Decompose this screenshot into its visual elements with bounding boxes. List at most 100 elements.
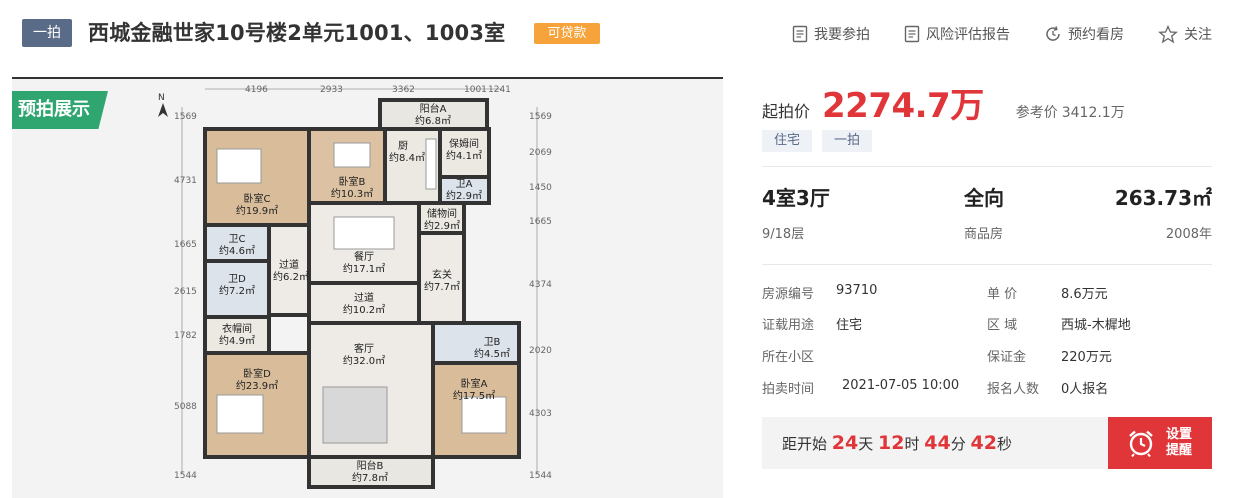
detail-value: 西城-木樨地 xyxy=(1061,318,1131,333)
room-area-bedroom-b: 约10.3㎡ xyxy=(331,187,373,200)
dim-top-2: 3362 xyxy=(392,85,415,95)
room-name-bath-b: 卫B xyxy=(484,337,501,348)
set-reminder-button[interactable]: 设置提醒 xyxy=(1108,417,1212,469)
room-name-closet: 衣帽间 xyxy=(222,322,252,335)
countdown-hours: 12 xyxy=(878,432,905,454)
dim-right-1: 2069 xyxy=(529,148,552,158)
dim-right-0: 1569 xyxy=(529,112,552,122)
detail-row: 拍卖时间 2021-07-05 10:00 报名人数 0人报名 xyxy=(762,378,1212,398)
tag-residential: 住宅 xyxy=(762,130,813,152)
divider xyxy=(762,264,1212,265)
detail-value: 220万元 xyxy=(1061,350,1112,365)
room-name-bath-d: 卫D xyxy=(228,274,246,285)
room-area-closet: 约4.9㎡ xyxy=(219,334,255,347)
join-auction-button[interactable]: 我要参拍 xyxy=(792,24,870,44)
page-title: 西城金融世家10号楼2单元1001、1003室 xyxy=(88,21,506,45)
room-area-bath-a: 约2.9㎡ xyxy=(446,189,482,202)
dim-right-4: 4374 xyxy=(529,280,552,290)
dim-left-6: 1544 xyxy=(174,471,197,481)
room-area-dining: 约17.1㎡ xyxy=(343,262,385,275)
room-area-kitchen: 约8.4㎡ xyxy=(389,151,425,164)
detail-label: 证载用途 xyxy=(762,318,815,333)
room-name-hallway-1: 过道 xyxy=(279,258,299,271)
dim-left-2: 1665 xyxy=(174,240,197,250)
dim-left-5: 5088 xyxy=(174,402,197,412)
room-name-entrance: 玄关 xyxy=(432,268,452,281)
document-icon xyxy=(904,25,920,43)
dim-right-5: 2020 xyxy=(529,346,552,356)
floor-value: 9/18层 xyxy=(762,227,805,242)
detail-row: 证载用途 住宅 区 域 西城-木樨地 xyxy=(762,314,1212,334)
divider xyxy=(762,166,1212,167)
room-name-bath-c: 卫C xyxy=(229,234,246,245)
room-area-bedroom-d: 约23.9㎡ xyxy=(236,379,278,392)
room-name-maid-room: 保姆间 xyxy=(449,137,479,150)
room-area-hallway-2: 约10.2㎡ xyxy=(343,303,385,316)
room-area-bath-c: 约4.6㎡ xyxy=(219,244,255,257)
header-actions: 我要参拍 风险评估报告 预约看房 关注 xyxy=(758,24,1212,44)
start-price-label: 起拍价 xyxy=(762,102,811,121)
dim-top-0: 4196 xyxy=(245,85,268,95)
countdown-prefix: 距开始 xyxy=(782,435,828,453)
detail-value: 2021-07-05 10:00 xyxy=(842,378,960,393)
risk-report-button[interactable]: 风险评估报告 xyxy=(904,24,1010,44)
book-viewing-button[interactable]: 预约看房 xyxy=(1044,24,1124,44)
spec-area: 263.73㎡ 2008年 xyxy=(1115,182,1212,242)
room-name-bedroom-a: 卧室A xyxy=(461,377,488,390)
room-area-living: 约32.0㎡ xyxy=(343,354,385,367)
room-area-balcony-b: 约7.8㎡ xyxy=(352,471,388,484)
refresh-clock-icon xyxy=(1046,26,1060,41)
area-value: 263.73㎡ xyxy=(1114,186,1212,210)
follow-label: 关注 xyxy=(1184,27,1212,43)
floor-plan: 4196 2933 3362 1001 1241 1569 4731 1665 … xyxy=(12,79,723,498)
detail-label: 单 价 xyxy=(987,287,1018,302)
book-viewing-label: 预约看房 xyxy=(1068,27,1124,43)
set-reminder-label: 设置提醒 xyxy=(1166,427,1193,458)
detail-label: 区 域 xyxy=(987,318,1018,333)
room-area-entrance: 约7.7㎡ xyxy=(424,280,460,293)
north-label: N xyxy=(158,93,165,103)
dim-right-2: 1450 xyxy=(529,183,552,193)
dim-right-6: 4303 xyxy=(529,409,552,419)
orientation-value: 全向 xyxy=(964,186,1004,210)
room-name-living: 客厅 xyxy=(354,342,374,355)
countdown-days: 24 xyxy=(831,432,859,454)
dim-right-3: 1665 xyxy=(529,217,552,227)
risk-report-label: 风险评估报告 xyxy=(926,27,1010,43)
room-name-balcony-b: 阳台B xyxy=(357,459,384,472)
room-area-bedroom-a: 约17.5㎡ xyxy=(453,389,495,402)
countdown-text: 距开始 24天 12时 44分 42秒 xyxy=(782,417,1012,470)
detail-label: 报名人数 xyxy=(987,382,1040,397)
detail-label: 房源编号 xyxy=(762,287,815,302)
start-price-value: 2274.7万 xyxy=(822,86,984,126)
room-area-bath-b: 约4.5㎡ xyxy=(474,347,510,360)
room-area-balcony-a: 约6.8㎡ xyxy=(415,114,451,127)
dim-left-4: 1782 xyxy=(174,331,197,341)
room-name-balcony-a: 阳台A xyxy=(420,102,447,115)
room-name-dining: 餐厅 xyxy=(354,250,374,263)
reference-price-label: 参考价 xyxy=(1015,105,1058,121)
room-area-bath-d: 约7.2㎡ xyxy=(219,284,255,297)
dim-left-0: 1569 xyxy=(174,112,197,122)
detail-row: 所在小区 保证金 220万元 xyxy=(762,346,1212,366)
property-type-value: 商品房 xyxy=(964,227,1004,242)
room-name-bedroom-d: 卧室D xyxy=(243,367,271,380)
room-name-bedroom-b: 卧室B xyxy=(339,175,366,188)
room-area-hallway-1: 约6.2㎡ xyxy=(273,270,309,283)
year-value: 2008年 xyxy=(1165,227,1212,242)
detail-value: 0人报名 xyxy=(1061,382,1109,397)
property-image[interactable]: 预拍展示 4196 2933 3362 1001 1241 1569 4731 … xyxy=(12,77,723,498)
detail-row: 房源编号 93710 单 价 8.6万元 xyxy=(762,283,1212,303)
property-specs: 4室3厅 9/18层 全向 商品房 263.73㎡ 2008年 xyxy=(762,182,1212,248)
countdown-minutes: 44 xyxy=(924,432,951,454)
seconds-unit: 秒 xyxy=(997,435,1013,453)
document-icon xyxy=(792,25,808,43)
detail-value: 8.6万元 xyxy=(1061,287,1108,302)
detail-value: 住宅 xyxy=(836,318,863,333)
alarm-clock-icon xyxy=(1129,430,1153,458)
follow-button[interactable]: 关注 xyxy=(1158,24,1212,44)
spec-orientation: 全向 商品房 xyxy=(964,182,1004,242)
header: 一拍 西城金融世家10号楼2单元1001、1003室 可贷款 我要参拍 风险评估… xyxy=(0,0,1234,68)
preview-badge: 预拍展示 xyxy=(12,91,108,129)
countdown-seconds: 42 xyxy=(970,432,997,454)
